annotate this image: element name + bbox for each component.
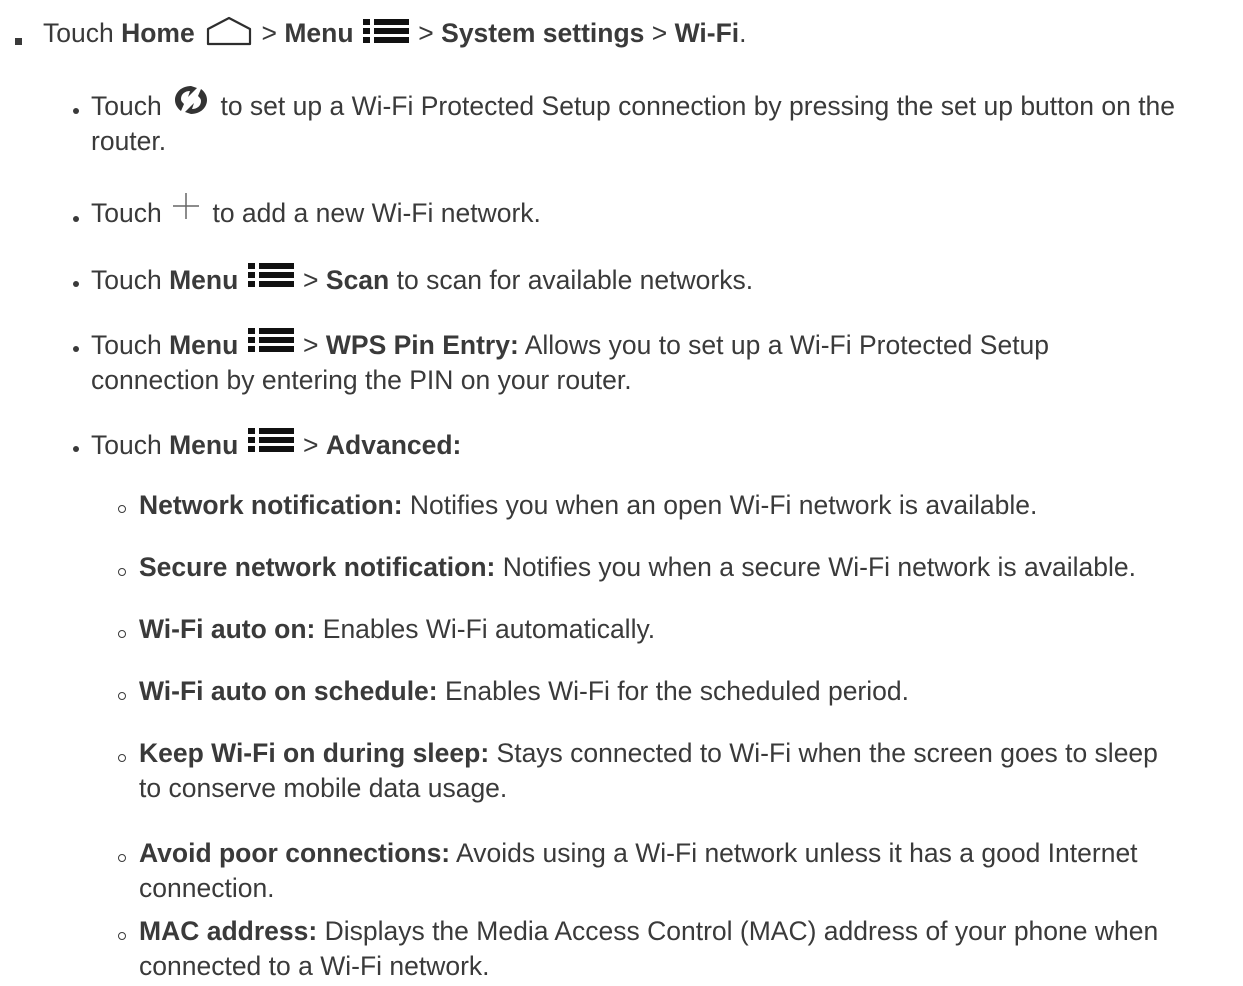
scan-label: Scan [325,265,390,295]
top-instruction: Touch Home > Menu > System settings > Wi… [43,16,747,54]
sub-item-mac-address-cont: connected to a Wi-Fi network. [139,951,490,981]
wps-pin-label: WPS Pin Entry: [325,330,519,360]
dot-bullet [73,108,79,114]
menu-icon [246,260,296,298]
ring-bullet [118,692,126,700]
separator: > [261,18,277,49]
plus-icon [171,191,201,229]
wps-pin-instruction-cont: connection by entering the PIN on your r… [91,365,632,395]
menu-icon [361,16,411,54]
help-page: Touch Home > Menu > System settings > Wi… [0,0,1243,986]
sub-item-wifi-auto-on-schedule: Wi-Fi auto on schedule: Enables Wi-Fi fo… [139,676,909,706]
wps-pin-instruction: Touch Menu > WPS Pin Entry: Allows you t… [91,325,1049,363]
sub-item-mac-address: MAC address: Displays the Media Access C… [139,916,1159,946]
sub-item-avoid-poor-connections-cont: connection. [139,873,275,903]
separator: > [651,18,668,49]
ring-bullet [118,630,126,638]
dot-bullet [73,446,79,452]
separator: > [418,18,434,49]
wps-instruction-cont: router. [91,126,167,156]
dot-bullet [73,216,79,222]
sub-item-avoid-poor-connections: Avoid poor connections: Avoids using a W… [139,838,1138,868]
menu-icon [246,425,296,463]
add-network-instruction: Touch to add a new Wi-Fi network. [91,192,541,230]
system-settings-label: System settings [441,18,645,49]
advanced-label: Advanced: [325,430,462,460]
ring-bullet [118,754,126,762]
sub-item-wifi-auto-on: Wi-Fi auto on: Enables Wi-Fi automatical… [139,614,656,644]
wps-icon [171,82,211,126]
ring-bullet [118,854,126,862]
touch-word: Touch [43,18,114,49]
sub-item-network-notification: Network notification: Notifies you when … [139,490,1038,520]
menu-icon [246,325,296,363]
dot-bullet [73,281,79,287]
sub-item-secure-network-notification: Secure network notification: Notifies yo… [139,552,1137,582]
dot-bullet [73,346,79,352]
menu-label: Menu [284,18,354,49]
square-bullet [15,38,22,45]
scan-instruction: Touch Menu > Scan to scan for available … [91,260,753,298]
sub-item-keep-wifi-on-cont: to conserve mobile data usage. [139,773,508,803]
ring-bullet [118,932,126,940]
advanced-instruction: Touch Menu > Advanced: [91,425,462,463]
sub-item-keep-wifi-on: Keep Wi-Fi on during sleep: Stays connec… [139,738,1158,768]
ring-bullet [118,568,126,576]
wifi-label: Wi-Fi [674,18,740,49]
ring-bullet [118,505,126,513]
home-label: Home [121,18,195,49]
wps-instruction: Touch to set up a Wi-Fi Protected Setup … [91,85,1175,126]
home-icon [204,16,254,54]
